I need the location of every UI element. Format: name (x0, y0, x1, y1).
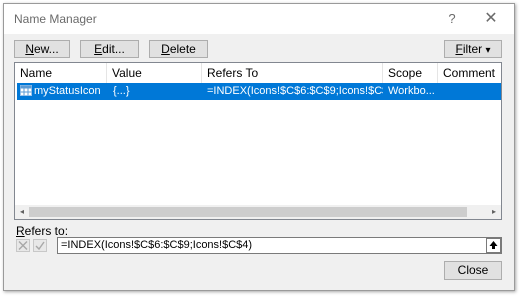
close-button[interactable]: Close (444, 261, 502, 280)
names-list[interactable]: Name Value Refers To Scope Comment mySta… (14, 62, 502, 220)
cell-refers-to: =INDEX(Icons!$C$6:$C$9;Icons!$C$4) (207, 85, 383, 97)
column-header-comment[interactable]: Comment (438, 63, 501, 83)
edit-button[interactable]: Edit... (80, 40, 139, 58)
scroll-right-icon[interactable]: ▸ (487, 205, 501, 219)
title-bar: Name Manager ? ✕ (4, 4, 514, 34)
new-button[interactable]: New... (14, 40, 70, 58)
scrollbar-thumb[interactable] (29, 207, 467, 217)
table-row[interactable]: myStatusIcon {...} =INDEX(Icons!$C$6:$C$… (17, 83, 501, 100)
delete-button[interactable]: Delete (149, 40, 208, 58)
named-range-icon (20, 85, 32, 96)
column-header-name[interactable]: Name (15, 63, 107, 83)
column-header-refers-to[interactable]: Refers To (202, 63, 383, 83)
close-icon[interactable]: ✕ (476, 8, 506, 30)
cell-scope: Workbo... (388, 85, 435, 97)
cell-name: myStatusIcon (34, 85, 101, 97)
window-title: Name Manager (14, 12, 97, 26)
refers-to-label: Refers to: (16, 224, 69, 238)
cancel-edit-icon[interactable] (16, 239, 30, 252)
refers-to-input[interactable]: =INDEX(Icons!$C$6:$C$9;Icons!$C$4) (57, 237, 502, 254)
column-header-scope[interactable]: Scope (383, 63, 438, 83)
name-manager-dialog: Name Manager ? ✕ New... Edit... Delete F… (3, 3, 515, 291)
scroll-left-icon[interactable]: ◂ (15, 205, 29, 219)
cell-value: {...} (113, 85, 130, 97)
column-header-value[interactable]: Value (107, 63, 202, 83)
chevron-down-icon: ▾ (485, 45, 491, 56)
collapse-dialog-icon[interactable] (486, 238, 501, 253)
confirm-edit-icon[interactable] (33, 239, 47, 252)
filter-button[interactable]: Filter ▾ (444, 40, 502, 58)
horizontal-scrollbar[interactable]: ◂ ▸ (15, 205, 501, 219)
cell-comment (443, 83, 499, 100)
help-button[interactable]: ? (440, 9, 464, 29)
